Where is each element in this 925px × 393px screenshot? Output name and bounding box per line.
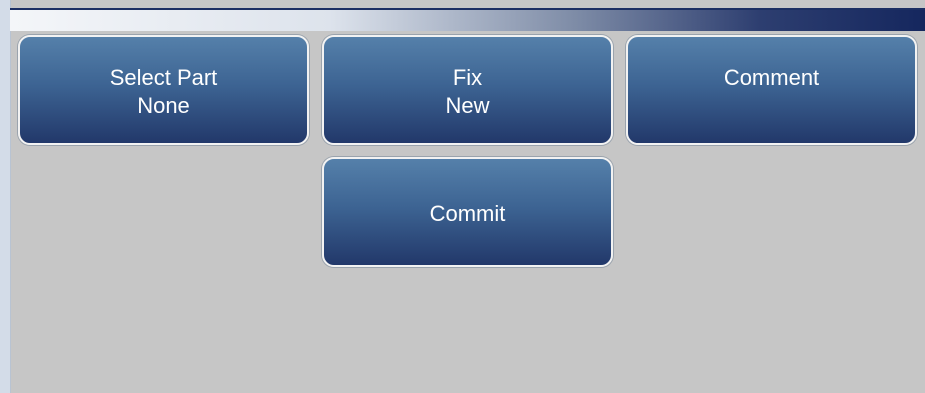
- comment-label: Comment: [723, 65, 820, 90]
- comment-button[interactable]: Comment: [626, 35, 917, 145]
- select-part-button[interactable]: Select Part None: [18, 35, 309, 145]
- fix-label: Fix: [452, 65, 483, 90]
- fix-button[interactable]: Fix New: [322, 35, 613, 145]
- commit-button[interactable]: Commit: [322, 157, 613, 267]
- screen: Select Part None Fix New Comment Commit: [0, 0, 925, 393]
- left-edge-panel: [0, 0, 11, 393]
- select-part-value: None: [137, 93, 190, 118]
- commit-label: Commit: [429, 201, 506, 226]
- fix-value: New: [445, 93, 490, 118]
- select-part-label: Select Part: [109, 65, 218, 90]
- title-bar: [10, 10, 925, 31]
